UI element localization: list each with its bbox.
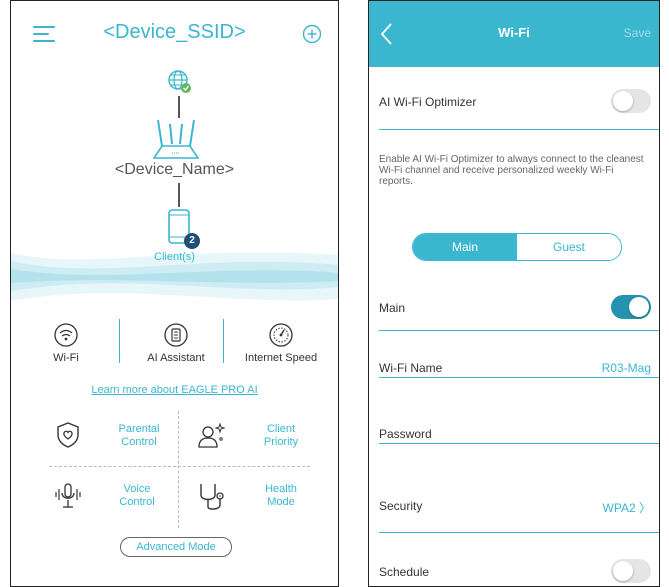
row-divider bbox=[379, 377, 659, 378]
cell-label-line: Control bbox=[119, 496, 155, 508]
wifi-name-value[interactable]: R03-Mag bbox=[602, 361, 651, 375]
parental-control-label: Parental Control bbox=[99, 423, 179, 449]
tab-main[interactable]: Main bbox=[413, 234, 517, 260]
client-priority-button[interactable]: Client Priority bbox=[197, 417, 337, 461]
tab-guest[interactable]: Guest bbox=[517, 234, 621, 260]
row-divider bbox=[379, 532, 659, 533]
shield-heart-icon bbox=[57, 422, 79, 448]
health-mode-button[interactable]: Health Mode bbox=[197, 477, 337, 521]
band-tabs: Main Guest bbox=[412, 233, 622, 261]
main-network-toggle[interactable] bbox=[611, 295, 651, 319]
ai-optimizer-toggle[interactable] bbox=[611, 89, 651, 113]
password-label: Password bbox=[379, 427, 432, 441]
parental-control-button[interactable]: Parental Control bbox=[55, 417, 195, 461]
connector-line bbox=[178, 96, 180, 118]
toggle-knob bbox=[613, 561, 633, 581]
device-name-label: <Device_Name> bbox=[114, 161, 235, 178]
router-icon[interactable] bbox=[144, 118, 208, 162]
ai-optimizer-description: Enable AI Wi-Fi Optimizer to always conn… bbox=[379, 154, 644, 187]
security-label: Security bbox=[379, 499, 423, 513]
user-sparkle-icon bbox=[198, 422, 226, 448]
grid-divider bbox=[49, 466, 310, 467]
globe-icon bbox=[168, 70, 191, 93]
divider bbox=[223, 319, 224, 363]
health-mode-label: Health Mode bbox=[241, 483, 321, 509]
wifi-settings-screen: Wi-Fi Save AI Wi-Fi Optimizer Enable AI … bbox=[368, 0, 660, 587]
wifi-name-label: Wi-Fi Name bbox=[379, 361, 443, 375]
cell-label-line: Client bbox=[266, 423, 296, 435]
plus-circle-icon[interactable] bbox=[302, 24, 322, 44]
hamburger-icon[interactable] bbox=[33, 25, 55, 43]
wifi-name-row[interactable]: Wi-Fi Name R03-Mag bbox=[379, 353, 659, 383]
divider bbox=[119, 319, 120, 363]
connector-line bbox=[178, 183, 180, 207]
save-button[interactable]: Save bbox=[624, 26, 651, 40]
ai-assistant-button[interactable]: AI Assistant bbox=[121, 323, 231, 364]
voice-control-label: Voice Control bbox=[97, 483, 177, 509]
voice-control-button[interactable]: Voice Control bbox=[53, 477, 193, 521]
cell-label-line: Voice bbox=[123, 483, 151, 495]
speedometer-icon bbox=[269, 323, 293, 347]
stethoscope-icon bbox=[200, 484, 224, 510]
main-network-label: Main bbox=[379, 301, 406, 315]
home-screen: <Device_SSID> <Device_Name> 2 Client(s) bbox=[10, 0, 339, 587]
wifi-button[interactable]: Wi-Fi bbox=[11, 323, 121, 364]
cell-label-line: Health bbox=[265, 483, 297, 495]
wifi-icon bbox=[54, 323, 78, 347]
internet-speed-label: Internet Speed bbox=[244, 352, 318, 364]
cell-label-line: Parental bbox=[118, 423, 160, 435]
schedule-label: Schedule bbox=[379, 565, 430, 579]
toggle-knob bbox=[613, 91, 633, 111]
wifi-label: Wi-Fi bbox=[53, 352, 79, 364]
internet-speed-button[interactable]: Internet Speed bbox=[226, 323, 336, 364]
security-value[interactable]: WPA2 〉 bbox=[603, 499, 651, 516]
toggle-knob bbox=[629, 297, 649, 317]
page-title: Wi-Fi bbox=[498, 25, 530, 40]
client-priority-label: Client Priority bbox=[241, 423, 321, 449]
ai-assistant-icon bbox=[164, 323, 188, 347]
schedule-toggle[interactable] bbox=[611, 559, 651, 583]
advanced-mode-button[interactable]: Advanced Mode bbox=[120, 537, 232, 557]
wave-decoration bbox=[11, 252, 338, 301]
row-divider bbox=[379, 129, 659, 130]
row-divider bbox=[379, 330, 659, 331]
cell-label-line: Priority bbox=[263, 436, 299, 448]
ai-assistant-label: AI Assistant bbox=[147, 352, 205, 364]
ai-optimizer-label: AI Wi-Fi Optimizer bbox=[379, 95, 477, 109]
microphone-icon bbox=[55, 483, 81, 508]
learn-more-link[interactable]: Learn more about EAGLE PRO AI bbox=[11, 384, 338, 396]
security-row[interactable]: Security WPA2 〉 bbox=[379, 491, 659, 521]
cell-label-line: Control bbox=[121, 436, 157, 448]
row-divider bbox=[379, 443, 659, 444]
cell-label-line: Mode bbox=[267, 496, 295, 508]
header-bar: Wi-Fi Save bbox=[369, 1, 659, 67]
password-row[interactable]: Password bbox=[379, 419, 659, 449]
device-ssid-title: <Device_SSID> bbox=[103, 21, 246, 43]
